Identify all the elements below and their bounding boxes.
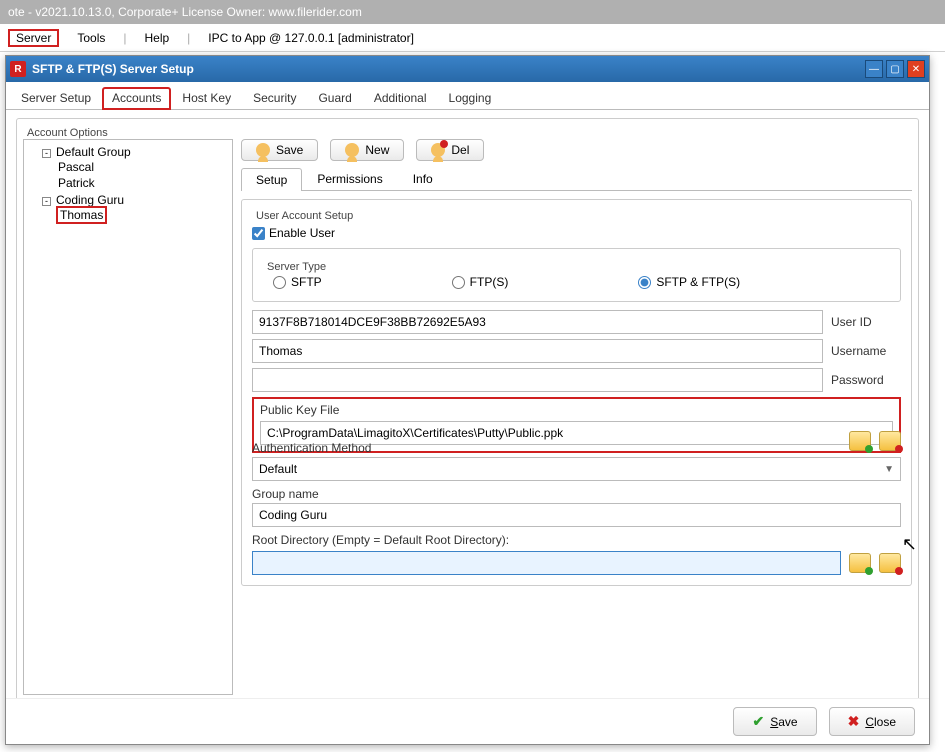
toolbar-save-label: Save: [276, 143, 303, 157]
tree-group[interactable]: -Coding Guru Thomas: [42, 192, 228, 224]
public-key-browse-button[interactable]: [849, 431, 871, 451]
person-delete-icon: [431, 143, 445, 157]
menu-separator: |: [187, 31, 190, 45]
username-label: Username: [831, 344, 901, 358]
group-name-input[interactable]: [252, 503, 901, 527]
account-sub-tabs: Setup Permissions Info: [241, 167, 912, 191]
tree-user[interactable]: Pascal: [56, 159, 228, 175]
toolbar-del-label: Del: [451, 143, 469, 157]
auth-method-value: Default: [259, 462, 297, 476]
radio-sftp-ftps-label: SFTP & FTP(S): [656, 275, 740, 289]
tab-server-setup[interactable]: Server Setup: [10, 86, 102, 109]
dialog-save-label: Save: [770, 715, 797, 729]
radio-ftps-label: FTP(S): [470, 275, 509, 289]
dialog-footer: ✔ Save ✖ Close: [6, 698, 929, 744]
server-type-fieldset: Server Type SFTP FTP(S) SFTP & FTP(S): [252, 248, 901, 302]
tree-group[interactable]: -Default Group Pascal Patrick: [42, 144, 228, 192]
main-menu-bar: Server Tools | Help | IPC to App @ 127.0…: [0, 24, 945, 52]
tree-collapse-icon[interactable]: -: [42, 149, 51, 158]
tree-user-label-selected[interactable]: Thomas: [56, 206, 107, 224]
dialog-save-button[interactable]: ✔ Save: [733, 707, 816, 736]
menu-server[interactable]: Server: [8, 29, 59, 47]
close-window-button[interactable]: ✕: [907, 60, 925, 78]
radio-sftp-ftps[interactable]: SFTP & FTP(S): [638, 275, 740, 289]
menu-tools[interactable]: Tools: [69, 29, 113, 47]
group-name-label: Group name: [252, 487, 901, 501]
username-input[interactable]: [252, 339, 823, 363]
dialog-title: SFTP & FTP(S) Server Setup: [32, 62, 865, 76]
outer-window-title: ote - v2021.10.13.0, Corporate+ License …: [0, 0, 945, 24]
person-icon: [256, 143, 270, 157]
root-dir-clear-button[interactable]: [879, 553, 901, 573]
main-tab-bar: Server Setup Accounts Host Key Security …: [6, 82, 929, 110]
user-id-input[interactable]: [252, 310, 823, 334]
accounts-tree[interactable]: -Default Group Pascal Patrick -Coding Gu…: [23, 139, 233, 695]
user-id-label: User ID: [831, 315, 901, 329]
subtab-info[interactable]: Info: [398, 167, 448, 190]
menu-separator: |: [123, 31, 126, 45]
tree-collapse-icon[interactable]: -: [42, 197, 51, 206]
x-icon: ✖: [848, 713, 860, 730]
tab-security[interactable]: Security: [242, 86, 307, 109]
user-account-setup-legend: User Account Setup: [252, 210, 357, 222]
check-icon: ✔: [752, 713, 764, 730]
menu-help[interactable]: Help: [136, 29, 177, 47]
subtab-permissions[interactable]: Permissions: [302, 167, 397, 190]
minimize-button[interactable]: —: [865, 60, 883, 78]
tab-host-key[interactable]: Host Key: [171, 86, 242, 109]
server-type-legend: Server Type: [263, 261, 330, 273]
radio-ftps[interactable]: FTP(S): [452, 275, 509, 289]
toolbar-save-button[interactable]: Save: [241, 139, 318, 161]
tree-group-label[interactable]: Coding Guru: [54, 193, 126, 207]
radio-ftps-input[interactable]: [452, 276, 465, 289]
maximize-button[interactable]: ▢: [886, 60, 904, 78]
root-dir-label: Root Directory (Empty = Default Root Dir…: [252, 533, 901, 547]
toolbar-del-button[interactable]: Del: [416, 139, 484, 161]
radio-sftp-label: SFTP: [291, 275, 322, 289]
app-icon: R: [10, 61, 26, 77]
radio-sftp-input[interactable]: [273, 276, 286, 289]
auth-method-dropdown[interactable]: Default ▼: [252, 457, 901, 481]
password-input[interactable]: [252, 368, 823, 392]
public-key-clear-button[interactable]: [879, 431, 901, 451]
tree-user[interactable]: Patrick: [56, 175, 228, 191]
public-key-label: Public Key File: [260, 403, 893, 417]
tab-additional[interactable]: Additional: [363, 86, 438, 109]
enable-user-checkbox[interactable]: [252, 227, 265, 240]
server-setup-dialog: R SFTP & FTP(S) Server Setup — ▢ ✕ Serve…: [5, 55, 930, 745]
tree-group-label[interactable]: Default Group: [54, 145, 133, 159]
dialog-close-button[interactable]: ✖ Close: [829, 707, 915, 736]
toolbar-new-label: New: [365, 143, 389, 157]
toolbar-new-button[interactable]: New: [330, 139, 404, 161]
person-icon: [345, 143, 359, 157]
tab-accounts[interactable]: Accounts: [102, 87, 171, 110]
account-options-fieldset: Account Options -Default Group Pascal Pa…: [16, 118, 919, 702]
tab-guard[interactable]: Guard: [307, 86, 362, 109]
radio-sftp[interactable]: SFTP: [273, 275, 322, 289]
radio-sftp-ftps-input[interactable]: [638, 276, 651, 289]
tree-user[interactable]: Thomas: [56, 207, 228, 223]
dialog-close-label: Close: [865, 715, 896, 729]
root-dir-input[interactable]: [252, 551, 841, 575]
tree-user-label[interactable]: Pascal: [56, 160, 96, 174]
account-options-legend: Account Options: [23, 127, 112, 139]
subtab-setup[interactable]: Setup: [241, 168, 302, 191]
account-toolbar: Save New Del: [241, 139, 912, 161]
tree-user-label[interactable]: Patrick: [56, 176, 97, 190]
chevron-down-icon: ▼: [884, 464, 894, 475]
dialog-titlebar[interactable]: R SFTP & FTP(S) Server Setup — ▢ ✕: [6, 56, 929, 82]
enable-user-label: Enable User: [269, 226, 335, 240]
user-account-setup-fieldset: User Account Setup Enable User Server Ty…: [241, 199, 912, 586]
root-dir-browse-button[interactable]: [849, 553, 871, 573]
password-label: Password: [831, 373, 901, 387]
tab-logging[interactable]: Logging: [438, 86, 503, 109]
menu-ipc-status[interactable]: IPC to App @ 127.0.0.1 [administrator]: [200, 29, 422, 47]
